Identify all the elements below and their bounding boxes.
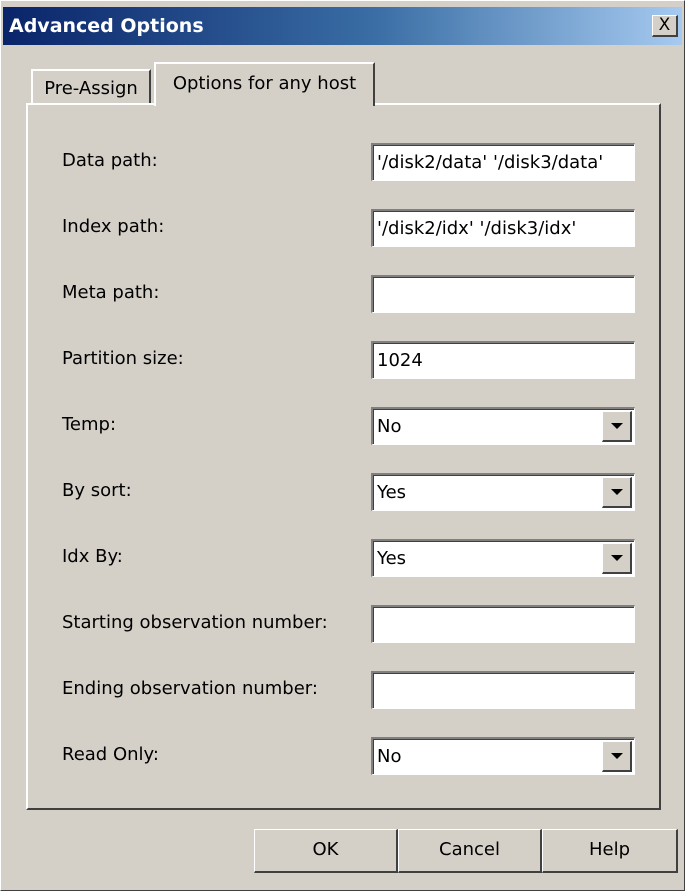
temp-label: Temp:	[62, 414, 117, 435]
index-path-label: Index path:	[62, 216, 165, 237]
meta-path-label: Meta path:	[62, 282, 160, 303]
ending-observation-label: Ending observation number:	[62, 678, 318, 699]
starting-observation-label: Starting observation number:	[62, 612, 328, 633]
read-only-label: Read Only:	[62, 744, 159, 765]
chevron-down-icon[interactable]	[602, 477, 632, 508]
idx-by-select[interactable]: Yes	[371, 539, 635, 577]
idx-by-value: Yes	[377, 548, 407, 569]
meta-path-input[interactable]	[371, 275, 635, 313]
chevron-down-icon[interactable]	[602, 543, 632, 574]
close-icon: X	[658, 15, 671, 35]
chevron-down-icon[interactable]	[602, 411, 632, 442]
chevron-down-icon[interactable]	[602, 741, 632, 772]
cancel-button[interactable]: Cancel	[398, 829, 542, 873]
partition-size-label: Partition size:	[62, 348, 184, 369]
dialog-title: Advanced Options	[9, 15, 204, 37]
by-sort-value: Yes	[377, 482, 407, 503]
data-path-label: Data path:	[62, 150, 158, 171]
starting-observation-input[interactable]	[371, 605, 635, 643]
temp-select[interactable]: No	[371, 407, 635, 445]
close-button[interactable]: X	[652, 15, 678, 37]
temp-value: No	[377, 416, 402, 437]
idx-by-label: Idx By:	[62, 546, 123, 567]
tab-options-for-any-host[interactable]: Options for any host	[154, 62, 375, 106]
partition-size-input[interactable]: 1024	[371, 341, 635, 379]
by-sort-select[interactable]: Yes	[371, 473, 635, 511]
title-bar[interactable]: Advanced Options X	[3, 7, 682, 45]
ok-button[interactable]: OK	[254, 829, 398, 873]
help-button[interactable]: Help	[542, 829, 678, 873]
index-path-input[interactable]: '/disk2/idx' '/disk3/idx'	[371, 209, 635, 247]
read-only-select[interactable]: No	[371, 737, 635, 775]
read-only-value: No	[377, 746, 402, 767]
by-sort-label: By sort:	[62, 480, 132, 501]
tab-panel: Data path: '/disk2/data' '/disk3/data' I…	[26, 103, 661, 810]
tab-pre-assign[interactable]: Pre-Assign	[31, 69, 151, 105]
advanced-options-dialog: Advanced Options X Pre-Assign Options fo…	[0, 0, 685, 891]
data-path-input[interactable]: '/disk2/data' '/disk3/data'	[371, 143, 635, 181]
ending-observation-input[interactable]	[371, 671, 635, 709]
